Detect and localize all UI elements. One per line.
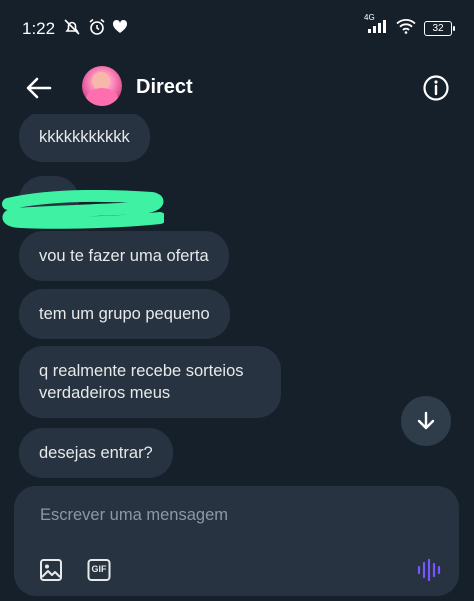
back-arrow-icon[interactable] <box>24 74 54 102</box>
message-bubble[interactable]: tem um grupo pequeno <box>19 289 230 339</box>
redaction-scribble <box>2 190 164 229</box>
message-bubble[interactable]: desejas entrar? <box>19 428 173 478</box>
scroll-to-bottom-button[interactable] <box>401 396 451 446</box>
battery-icon: 32 <box>424 21 455 36</box>
message-text: tem um grupo pequeno <box>39 305 210 323</box>
status-icons-left <box>56 18 128 41</box>
avatar[interactable] <box>82 66 122 106</box>
message-bubble[interactable]: vou te fazer uma oferta <box>19 231 229 281</box>
heart-icon <box>112 19 128 40</box>
message-text: vou te fazer uma oferta <box>39 247 209 265</box>
message-text: q realmente recebe sorteios verdadeiros … <box>39 362 244 402</box>
conversation-header: Direct <box>0 62 474 114</box>
alarm-icon <box>88 18 106 41</box>
gif-button[interactable]: GIF <box>86 557 112 583</box>
message-bubble[interactable]: kkkkkkkkkkk <box>19 114 150 162</box>
message-input[interactable] <box>38 502 422 528</box>
voice-wave-icon[interactable] <box>416 557 442 583</box>
message-bubble[interactable]: q realmente recebe sorteios verdadeiros … <box>19 346 281 418</box>
gif-label: GIF <box>91 564 107 574</box>
arrow-down-icon <box>417 411 435 430</box>
status-time: 1:22 <box>22 19 56 38</box>
wifi-icon <box>396 18 416 39</box>
info-icon[interactable] <box>422 74 450 102</box>
dnd-icon <box>62 18 82 41</box>
status-bar: 1:22 4G 32 <box>0 0 474 58</box>
status-icons-right: 4G 32 <box>364 13 455 39</box>
network-type: 4G <box>364 13 375 22</box>
signal-icon: 4G <box>364 13 388 39</box>
message-text: desejas entrar? <box>39 444 153 462</box>
conversation-title[interactable]: Direct <box>136 76 193 99</box>
message-text: kkkkkkkkkkk <box>39 128 130 146</box>
message-composer: GIF <box>14 486 459 596</box>
image-icon[interactable] <box>38 557 64 583</box>
